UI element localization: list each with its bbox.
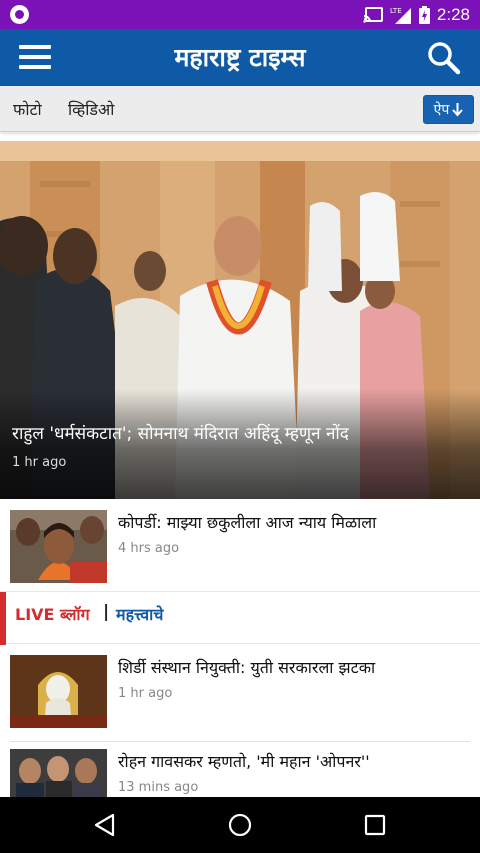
tab-photo[interactable]: फोटो — [13, 98, 42, 120]
svg-text:LTE: LTE — [390, 7, 402, 15]
lte-signal-icon: LTE — [390, 7, 411, 24]
recents-square-icon[interactable] — [361, 811, 389, 839]
story-thumbnail — [10, 749, 107, 797]
app-header: महाराष्ट्र टाइम्स — [0, 29, 480, 86]
story-headline[interactable]: कोपर्डी: माझ्या छकुलीला आज न्याय मिळाला — [118, 511, 474, 533]
home-circle-icon[interactable] — [226, 811, 254, 839]
important-label[interactable]: महत्त्वाचे — [116, 603, 163, 625]
clock: 2:28 — [436, 4, 470, 24]
system-nav-bar — [0, 797, 480, 853]
live-blog-label[interactable]: LIVE ब्लॉग — [15, 603, 90, 625]
story-headline[interactable]: रोहन गावसकर म्हणतो, 'मी महान 'ओपनर'' — [118, 750, 474, 772]
live-blog-bar[interactable]: LIVE ब्लॉग | महत्त्वाचे — [0, 591, 480, 645]
hero-headline[interactable]: राहुल 'धर्मसंकटात'; सोमनाथ मंदिरात अहिंद… — [12, 423, 474, 445]
brand-logo[interactable]: महाराष्ट्र टाइम्स — [120, 40, 360, 74]
back-triangle-icon[interactable] — [91, 811, 119, 839]
story-item[interactable]: रोहन गावसकर म्हणतो, 'मी महान 'ओपनर'' 13 … — [0, 742, 480, 797]
status-bar: LTE 2:28 — [0, 0, 480, 29]
tab-video[interactable]: व्हिडिओ — [68, 98, 114, 120]
download-arrow-icon — [452, 102, 464, 116]
story-thumbnail — [10, 510, 107, 583]
story-headline[interactable]: शिर्डी संस्थान नियुक्ती: युती सरकारला झट… — [118, 656, 474, 678]
story-item[interactable]: शिर्डी संस्थान नियुक्ती: युती सरकारला झट… — [0, 648, 480, 740]
app-button-label: ऐप — [433, 102, 450, 118]
hamburger-menu-icon[interactable] — [19, 43, 51, 72]
app-download-button[interactable]: ऐप — [423, 95, 474, 124]
story-item[interactable]: कोपर्डी: माझ्या छकुलीला आज न्याय मिळाला … — [0, 503, 480, 591]
cast-icon — [363, 6, 383, 23]
search-icon[interactable] — [426, 40, 462, 76]
hero-story[interactable]: राहुल 'धर्मसंकटात'; सोमनाथ मंदिरात अहिंद… — [0, 141, 480, 499]
hero-timestamp: 1 hr ago — [12, 455, 67, 470]
story-timestamp: 4 hrs ago — [118, 541, 180, 556]
live-bar-separator: | — [103, 602, 110, 622]
story-timestamp: 1 hr ago — [118, 686, 173, 701]
notification-icon — [10, 5, 29, 24]
live-accent-stripe — [0, 592, 6, 645]
battery-icon — [418, 5, 430, 24]
story-thumbnail — [10, 655, 107, 728]
status-icons: LTE 2:28 — [363, 4, 470, 25]
section-tabs: फोटो व्हिडिओ ऐप — [0, 86, 480, 132]
story-timestamp: 13 mins ago — [118, 780, 199, 795]
